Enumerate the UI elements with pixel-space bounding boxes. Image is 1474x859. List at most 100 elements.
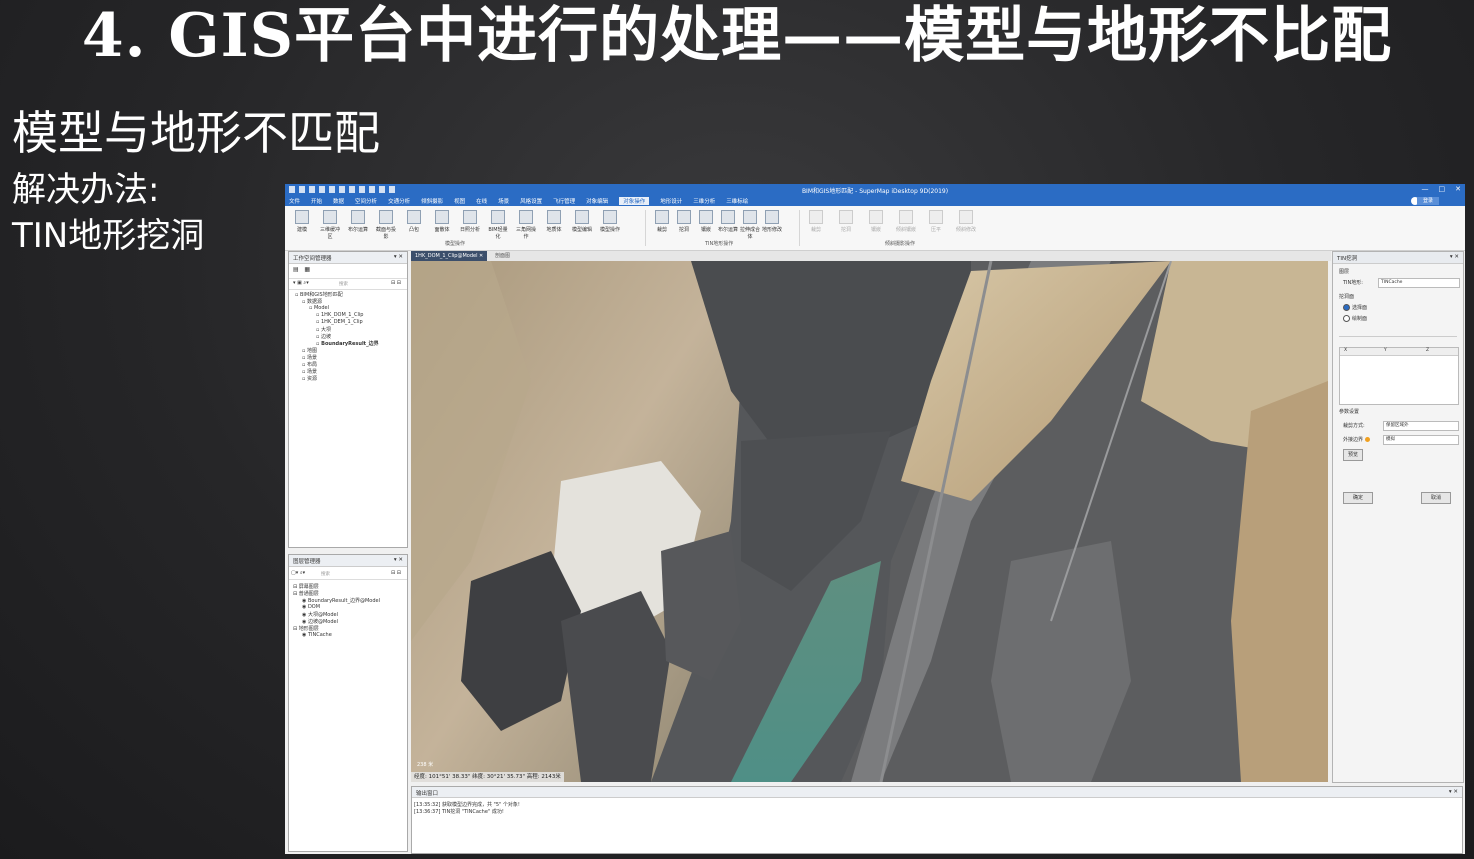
tree-node[interactable]: ▫ 场景 xyxy=(302,354,317,361)
ribbon-button-label: 镶嵌 xyxy=(700,227,711,233)
layer-search-input[interactable]: 搜索 xyxy=(321,571,330,577)
layer-node[interactable]: ⊟ 屏幕图层 xyxy=(293,583,319,590)
layer-section-label: 图层 xyxy=(1339,269,1350,275)
menu-item[interactable]: 地形设计 xyxy=(660,197,682,205)
maximize-button[interactable]: □ xyxy=(1439,185,1446,193)
tree-node[interactable]: ▫ 1HK_DEM_1_Clip xyxy=(316,319,363,325)
menu-item[interactable]: 文件 xyxy=(289,197,300,205)
tree-node[interactable]: ▫ 地图 xyxy=(302,347,317,354)
ribbon-button-label: 倾斜修改 xyxy=(955,227,976,233)
layer-node[interactable]: ◉ BoundaryResult_边界@Model xyxy=(302,597,380,604)
tab-profile[interactable]: 剖面图 xyxy=(491,251,514,261)
close-button[interactable]: ✕ xyxy=(1455,185,1461,193)
tree-node[interactable]: ▫ 场景 xyxy=(302,368,317,375)
ribbon-button[interactable]: 裁剪 xyxy=(651,210,673,233)
menu-item[interactable]: 空间分析 xyxy=(355,197,377,205)
ribbon-button-label: 三维缓冲区 xyxy=(319,227,340,240)
ribbon-button[interactable]: 布尔运算 xyxy=(717,210,739,233)
menu-item[interactable]: 风格设置 xyxy=(520,197,542,205)
ribbon-button[interactable]: 三角网操作 xyxy=(515,210,537,240)
ribbon-button[interactable]: 建模 xyxy=(291,210,313,233)
pin-icon[interactable]: ▾ ✕ xyxy=(394,557,403,563)
ok-button[interactable]: 确定 xyxy=(1343,492,1373,504)
tree-node[interactable]: ▫ 大坝 xyxy=(316,326,331,333)
close-icon[interactable]: ▾ ✕ xyxy=(1449,789,1458,795)
layer-node[interactable]: ◉ DOM xyxy=(302,604,320,610)
menu-item[interactable]: 三维分析 xyxy=(693,197,715,205)
layer-node[interactable]: ⊟ 地形图层 xyxy=(293,625,319,632)
menu-item[interactable]: 数据 xyxy=(333,197,344,205)
ribbon-button[interactable]: 镶嵌 xyxy=(865,210,887,233)
tree-node[interactable]: ▫ Model xyxy=(309,305,329,311)
tree-tools-icon[interactable]: ▾ ▣ ⌕▾ xyxy=(293,280,309,286)
ribbon-button[interactable]: 面散体 xyxy=(431,210,453,233)
ribbon-button[interactable]: 镶嵌 xyxy=(695,210,717,233)
ribbon-button[interactable]: 三维缓冲区 xyxy=(319,210,341,240)
ribbon-button[interactable]: 压平 xyxy=(925,210,947,233)
preview-button[interactable]: 预览 xyxy=(1343,449,1363,461)
tree-node[interactable]: ▫ 数据源 xyxy=(302,298,322,305)
ribbon-button[interactable]: BIM轻量化 xyxy=(487,210,509,240)
menu-item[interactable]: 对象编辑 xyxy=(586,197,608,205)
tree-node[interactable]: ▫ BoundaryResult_边界 xyxy=(316,340,379,347)
scene-view[interactable]: 238 米 经度: 101°51' 38.33" 纬度: 30°21' 35.7… xyxy=(411,261,1328,782)
tin-terrain-select[interactable]: TINCache xyxy=(1378,278,1460,288)
radio-select-face[interactable]: 选择面 xyxy=(1343,304,1367,311)
coordinate-table[interactable]: X Y Z xyxy=(1339,347,1459,405)
workspace-icon[interactable]: ▤ xyxy=(293,266,299,273)
menu-item[interactable]: 场景 xyxy=(498,197,509,205)
title-bar: BIM和GIS地形匹配 - SuperMap iDesktop 9D(2019)… xyxy=(285,184,1465,196)
ribbon-button[interactable]: 地质体 xyxy=(543,210,565,233)
border-label: 外接边界 xyxy=(1343,436,1370,443)
menu-item[interactable]: 三维标绘 xyxy=(726,197,748,205)
tab-scene[interactable]: 1HK_DOM_1_Clip@Model ✕ xyxy=(411,251,488,261)
menu-item[interactable]: 飞行管理 xyxy=(553,197,575,205)
layer-node[interactable]: ⊟ 普通图层 xyxy=(293,590,319,597)
ribbon-button[interactable]: 地形修改 xyxy=(761,210,783,233)
pin-icon[interactable]: ▾ ✕ xyxy=(394,254,403,260)
collapse-icon[interactable]: ⊟ ⊟ xyxy=(391,280,401,286)
scene-icon[interactable]: ▦ xyxy=(304,266,310,273)
layer-tools-icon[interactable]: ▢▾ ⌕▾ xyxy=(291,570,305,576)
menu-item[interactable]: 视图 xyxy=(454,197,465,205)
minimize-button[interactable]: — xyxy=(1422,185,1429,193)
login-button[interactable]: 登录 xyxy=(1416,197,1439,205)
menu-item[interactable]: 在线 xyxy=(476,197,487,205)
ribbon-button[interactable]: 挖洞 xyxy=(835,210,857,233)
ribbon-button[interactable]: 倾斜修改 xyxy=(955,210,977,233)
scene-render xyxy=(411,261,1328,782)
menu-item[interactable]: 开始 xyxy=(311,197,322,205)
ribbon-button[interactable]: 裁剪 xyxy=(805,210,827,233)
ribbon-button[interactable]: 模型操作 xyxy=(599,210,621,233)
ribbon-tool-icon xyxy=(959,210,973,224)
layer-node[interactable]: ◉ 大坝@Model xyxy=(302,611,338,618)
border-select[interactable]: 模拟 xyxy=(1383,435,1459,445)
ribbon-button[interactable]: 倾斜镶嵌 xyxy=(895,210,917,233)
ribbon-button[interactable]: 凸包 xyxy=(403,210,425,233)
ribbon-button[interactable]: 拉伸成合体 xyxy=(739,210,761,240)
tree-node[interactable]: ▫ 1HK_DOM_1_Clip xyxy=(316,312,363,318)
menu-item[interactable]: 倾斜摄影 xyxy=(421,197,443,205)
menu-item[interactable]: 交通分析 xyxy=(388,197,410,205)
tin-terrain-value: TINCache xyxy=(1381,280,1403,285)
layer-node[interactable]: ◉ TINCache xyxy=(302,632,332,638)
ribbon-button[interactable]: 挖洞 xyxy=(673,210,695,233)
ribbon-button[interactable]: 日照分析 xyxy=(459,210,481,233)
tree-node[interactable]: ▫ BIM和GIS地形匹配 xyxy=(295,291,343,298)
ribbon-button[interactable]: 截面与投影 xyxy=(375,210,397,240)
menu-item[interactable]: 对象操作 xyxy=(619,197,650,205)
ribbon-tool-icon xyxy=(743,210,757,224)
layer-manager-title: 图层管理器 xyxy=(293,559,321,565)
ribbon-button[interactable]: 模型编辑 xyxy=(571,210,593,233)
clip-mode-select[interactable]: 保留区域外 xyxy=(1383,421,1459,431)
cancel-button[interactable]: 取消 xyxy=(1421,492,1451,504)
layer-node[interactable]: ◉ 边坡@Model xyxy=(302,618,338,625)
collapse-icon[interactable]: ⊟ ⊟ xyxy=(391,570,401,576)
ribbon-button[interactable]: 布尔运算 xyxy=(347,210,369,233)
workspace-search-input[interactable]: 搜索 xyxy=(339,281,348,287)
radio-draw-face[interactable]: 绘制面 xyxy=(1343,315,1367,322)
tree-node[interactable]: ▫ 布局 xyxy=(302,361,317,368)
tree-node[interactable]: ▫ 资源 xyxy=(302,375,317,382)
tree-node[interactable]: ▫ 边坡 xyxy=(316,333,331,340)
close-icon[interactable]: ▾ ✕ xyxy=(1450,254,1459,260)
